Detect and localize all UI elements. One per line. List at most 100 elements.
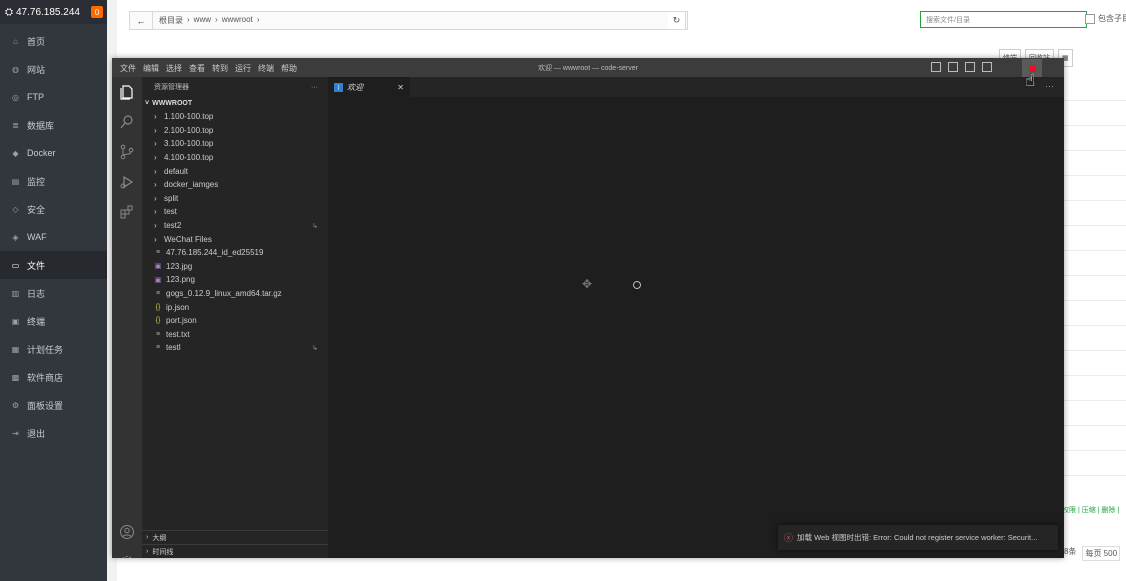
text-file-icon: ≡ — [155, 330, 161, 338]
chevron-right-icon: › — [146, 534, 149, 541]
tree-item[interactable]: {} port.json — [142, 314, 328, 328]
tree-item[interactable]: ▣ 123.png — [142, 273, 328, 287]
row-actions[interactable]: 权限 | 压缩 | 删除 | — [1062, 505, 1119, 515]
manage-gear-icon[interactable] — [112, 547, 142, 558]
tab-welcome[interactable]: ⟩ 欢迎 ✕ — [328, 77, 410, 97]
sidebar-item-11[interactable]: ▦ 计划任务 — [0, 335, 107, 363]
crumb-wwwroot[interactable]: wwwroot — [222, 15, 253, 26]
menu-item-2[interactable]: 选择 — [166, 63, 182, 74]
tree-item[interactable]: › 3.100-100.top — [142, 137, 328, 151]
sidebar-item-label: 文件 — [27, 260, 46, 271]
tree-item[interactable]: › test2 ↳ — [142, 219, 328, 233]
sidebar-item-0[interactable]: ⌂ 首页 — [0, 27, 107, 55]
back-icon[interactable]: ← — [130, 12, 153, 29]
sidebar-item-6[interactable]: ◇ 安全 — [0, 195, 107, 223]
tree-item[interactable]: ≡ testl ↳ — [142, 341, 328, 355]
symlink-icon: ↳ — [312, 344, 318, 352]
sidebar-item-10[interactable]: ▣ 终端 — [0, 307, 107, 335]
sidebar-item-3[interactable]: ≣ 数据库 — [0, 111, 107, 139]
tree-item-label: port.json — [166, 316, 197, 326]
page-size-select[interactable]: 每页 500 — [1082, 546, 1121, 561]
tree-item-label: 4.100-100.top — [164, 153, 214, 163]
tree-item[interactable]: › 2.100-100.top — [142, 124, 328, 138]
tree-item-label: default — [164, 166, 189, 176]
sidebar-item-5[interactable]: ▤ 监控 — [0, 167, 107, 195]
file-search-input[interactable]: 搜索文件/目录 — [920, 11, 1087, 28]
server-icon: ⛭ — [5, 6, 13, 18]
checkbox-icon[interactable] — [1085, 13, 1095, 24]
tree-item[interactable]: › WeChat Files — [142, 232, 328, 246]
sidebar-item-label: 面板设置 — [27, 400, 64, 411]
sidebar-item-13[interactable]: ⚙ 面板设置 — [0, 391, 107, 419]
ftp-icon: ◎ — [12, 92, 19, 102]
tree-item-label: 47.76.185.244_id_ed25519 — [166, 248, 264, 258]
sidebar-item-label: 计划任务 — [27, 344, 64, 355]
more-actions-icon[interactable]: ··· — [1045, 81, 1054, 91]
sidebar-item-1[interactable]: ◍ 网站 — [0, 55, 107, 83]
outline-section[interactable]: › 大纲 — [142, 530, 328, 544]
tree-item[interactable]: › split — [142, 192, 328, 206]
menu-item-6[interactable]: 终端 — [258, 63, 274, 74]
sidebar-item-12[interactable]: ▩ 软件商店 — [0, 363, 107, 391]
account-icon[interactable] — [112, 517, 142, 547]
sidebar-item-9[interactable]: ▥ 日志 — [0, 279, 107, 307]
tree-item[interactable]: › docker_iamges — [142, 178, 328, 192]
docker-icon: ◆ — [12, 148, 19, 158]
extensions-icon[interactable] — [112, 197, 142, 227]
toggle-secondary-sidebar-icon[interactable] — [965, 62, 975, 72]
tree-item[interactable]: › 4.100-100.top — [142, 151, 328, 165]
row-divider — [1064, 275, 1126, 276]
close-tab-icon[interactable]: ✕ — [397, 83, 404, 92]
sidebar-item-8[interactable]: ▭ 文件 — [0, 251, 107, 279]
row-divider — [1064, 350, 1126, 351]
explorer-icon[interactable] — [112, 77, 142, 107]
menu-item-1[interactable]: 编辑 — [143, 63, 159, 74]
breadcrumb[interactable]: ← 根目录 › www › wwwroot › — [129, 11, 688, 30]
notification-badge[interactable]: 0 — [91, 6, 103, 18]
menu-item-5[interactable]: 运行 — [235, 63, 251, 74]
menu-item-7[interactable]: 帮助 — [281, 63, 297, 74]
crumb-root[interactable]: 根目录 — [159, 15, 183, 26]
tab-welcome-label: 欢迎 — [347, 82, 363, 92]
source-control-icon[interactable] — [112, 137, 142, 167]
tree-item[interactable]: ≡ gogs_0.12.9_linux_amd64.tar.gz — [142, 287, 328, 301]
tree-item[interactable]: › 1.100-100.top — [142, 110, 328, 124]
toggle-panel-icon[interactable] — [948, 62, 958, 72]
menu-item-3[interactable]: 查看 — [189, 63, 205, 74]
sidebar-item-14[interactable]: ⇥ 退出 — [0, 419, 107, 447]
sidebar-item-2[interactable]: ◎ FTP — [0, 83, 107, 111]
tree-item-label: 123.png — [166, 275, 195, 285]
more-actions-icon[interactable]: ··· — [311, 84, 318, 91]
home-icon: ⌂ — [13, 36, 18, 46]
chevron-right-icon: › — [154, 153, 157, 163]
crumb-www[interactable]: www — [194, 15, 211, 26]
menu-item-4[interactable]: 转到 — [212, 63, 228, 74]
timeline-section[interactable]: › 时间线 — [142, 544, 328, 558]
title-bar: 文件 编辑 选择 查看 转到 运行 终端 帮助 欢迎 — wwwroot — code-ser… — [112, 58, 1064, 77]
tree-item[interactable]: › test — [142, 205, 328, 219]
sidebar-item-4[interactable]: ◆ Docker — [0, 139, 107, 167]
customize-layout-icon[interactable] — [982, 62, 992, 72]
tree-item[interactable]: ▣ 123.jpg — [142, 260, 328, 274]
include-subdir-checkbox[interactable]: 包含子目 — [1085, 13, 1126, 24]
tree-item[interactable]: {} ip.json — [142, 300, 328, 314]
chevron-right-icon: › — [187, 15, 190, 24]
tree-item-label: gogs_0.12.9_linux_amd64.tar.gz — [166, 289, 282, 299]
sidebar-item-7[interactable]: ◈ WAF — [0, 223, 107, 251]
tree-item[interactable]: › default — [142, 164, 328, 178]
hand-cursor-icon: ☝ — [1025, 71, 1036, 90]
tree-item-label: docker_iamges — [164, 180, 219, 190]
toggle-sidebar-icon[interactable] — [931, 62, 941, 72]
error-notification[interactable]: ⓧ 加载 Web 视图时出错: Error: Could not registe… — [778, 525, 1058, 550]
search-icon[interactable] — [112, 107, 142, 137]
refresh-icon[interactable]: ↻ — [668, 11, 686, 30]
chevron-right-icon: › — [154, 166, 157, 176]
run-debug-icon[interactable] — [112, 167, 142, 197]
tree-item[interactable]: ≡ test.txt — [142, 328, 328, 342]
sidebar-item-label: 安全 — [27, 204, 46, 215]
code-server-window: 文件 编辑 选择 查看 转到 运行 终端 帮助 欢迎 — wwwroot — code-ser… — [112, 58, 1064, 558]
schedule-icon: ▦ — [11, 344, 20, 354]
menu-item-0[interactable]: 文件 — [120, 63, 136, 74]
workspace-root[interactable]: ˅ WWWROOT — [142, 97, 328, 110]
tree-item[interactable]: ≡ 47.76.185.244_id_ed25519 — [142, 246, 328, 260]
